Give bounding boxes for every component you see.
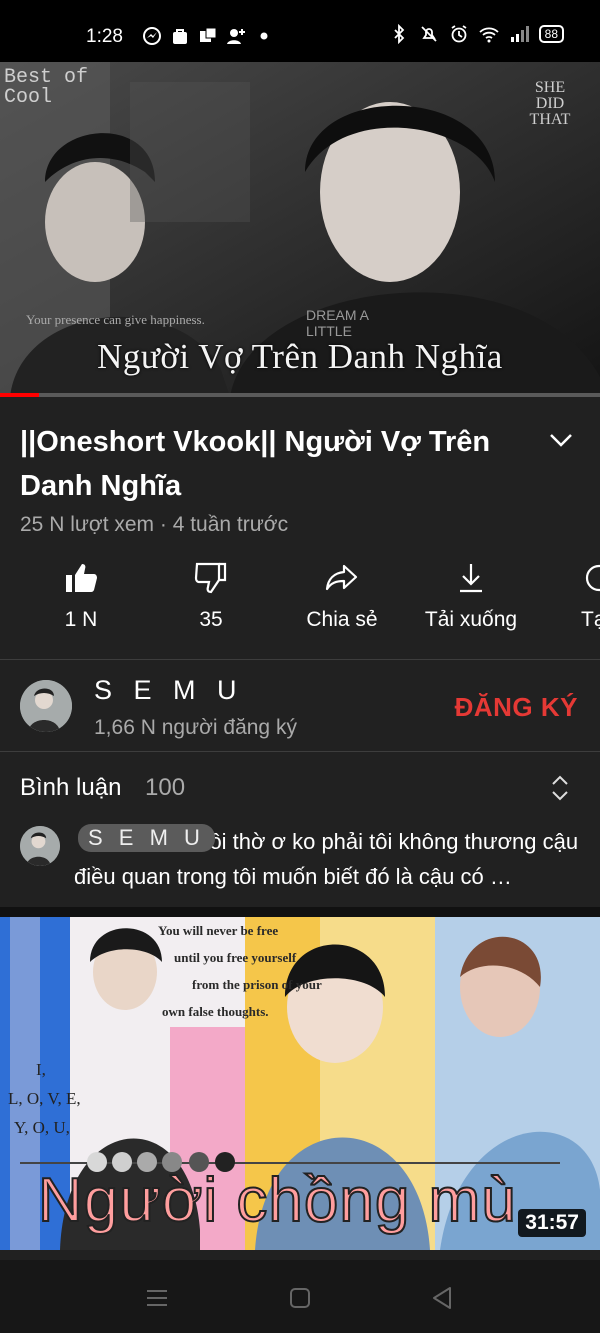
deco-presence: Your presence can give happiness.: [26, 312, 205, 327]
channel-name[interactable]: S E M U: [94, 675, 244, 706]
share-icon: [325, 564, 358, 591]
deco-cool: Cool: [4, 86, 53, 109]
comment-author-badge: S E M U: [78, 824, 215, 852]
letters-you: Y, O, U,: [14, 1118, 70, 1137]
download-button[interactable]: Tải xuống: [411, 560, 531, 632]
gallery-icon: [200, 27, 217, 42]
channel-subscribers: 1,66 N người đăng ký: [94, 716, 297, 739]
player-overlay-title: Người Vợ Trên Danh Nghĩa: [97, 337, 503, 376]
save-button[interactable]: Tạ: [541, 560, 600, 632]
alarm-icon: [451, 25, 467, 43]
like-count: 1 N: [64, 608, 98, 631]
deco-dream: DREAM A LITTLE: [306, 307, 369, 339]
quote-line: from the prison of your: [192, 977, 322, 992]
quote-line: own false thoughts.: [162, 1004, 269, 1019]
messenger-icon: [143, 27, 161, 45]
menu-icon[interactable]: [143, 1284, 171, 1312]
thumbs-up-icon: [66, 564, 97, 592]
quote-lines: You will never be free until you free yo…: [158, 917, 322, 1025]
download-label: Tải xuống: [424, 608, 518, 631]
deco-she-did-that: SHE DID THAT: [529, 79, 571, 128]
comments-count: 100: [145, 774, 186, 801]
comment-avatar: [20, 826, 60, 866]
video-duration-badge: 31:57: [518, 1209, 586, 1237]
section-divider: [0, 907, 600, 917]
home-icon[interactable]: [286, 1284, 314, 1312]
system-icons: 88: [389, 24, 564, 44]
back-icon[interactable]: [428, 1284, 456, 1312]
signal-icon: [510, 26, 529, 42]
dot-icon: [260, 32, 268, 40]
letters-love: L, O, V, E,: [8, 1089, 81, 1108]
dislike-count: 35: [199, 608, 223, 631]
video-meta: 25 N lượt xem · 4 tuần trước: [20, 513, 289, 536]
battery-icon: 88: [538, 25, 564, 43]
thumbs-down-icon: [194, 562, 227, 594]
bluetooth-icon: [394, 24, 404, 44]
mute-icon: [421, 26, 437, 42]
add-person-icon: [227, 29, 245, 44]
video-progress-bar[interactable]: [0, 393, 600, 397]
chevron-down-icon[interactable]: [546, 425, 576, 455]
letter-tiles: I, L, O, V, E, Y, O, U,: [8, 1055, 81, 1142]
expand-collapse-icon[interactable]: [548, 774, 572, 802]
system-nav-bar: [0, 1260, 600, 1333]
progress-fill: [0, 393, 39, 397]
action-row: 1 N 35 Chia sẻ Tải xuống Tạ: [0, 560, 600, 650]
video-title: ||Oneshort Vkook|| Người Vợ Trên Danh Ng…: [20, 426, 491, 502]
next-video-thumbnail[interactable]: You will never be free until you free yo…: [0, 917, 600, 1250]
quote-line: You will never be free: [158, 923, 279, 938]
shop-icon: [173, 29, 187, 44]
wifi-icon: [479, 27, 499, 43]
comments-heading: Bình luận: [20, 774, 122, 801]
subscribe-button[interactable]: ĐĂNG KÝ: [455, 692, 578, 723]
share-button[interactable]: Chia sẻ: [282, 560, 402, 632]
save-label: Tạ: [581, 608, 600, 631]
download-icon: [460, 564, 482, 593]
video-player[interactable]: Best of Cool SHE DID THAT Your presence …: [0, 62, 600, 397]
share-label: Chia sẻ: [306, 608, 378, 631]
quote-line: until you free yourself: [174, 950, 297, 965]
dislike-button[interactable]: 35: [151, 560, 271, 632]
save-icon: [585, 564, 600, 592]
status-bar: 1:28 88: [0, 0, 600, 62]
next-video-overlay-title: Người chồng mù: [37, 1165, 517, 1236]
notification-icons: [142, 26, 274, 46]
comments-section[interactable]: Bình luận 100 Tôi thờ ơ ko phải tôi khôn…: [0, 752, 600, 907]
status-time: 1:28: [86, 26, 123, 47]
channel-avatar[interactable]: [20, 680, 72, 732]
letters-i: I,: [36, 1060, 46, 1079]
like-button[interactable]: 1 N: [21, 560, 141, 632]
channel-row[interactable]: S E M U 1,66 N người đăng ký ĐĂNG KÝ: [0, 660, 600, 752]
